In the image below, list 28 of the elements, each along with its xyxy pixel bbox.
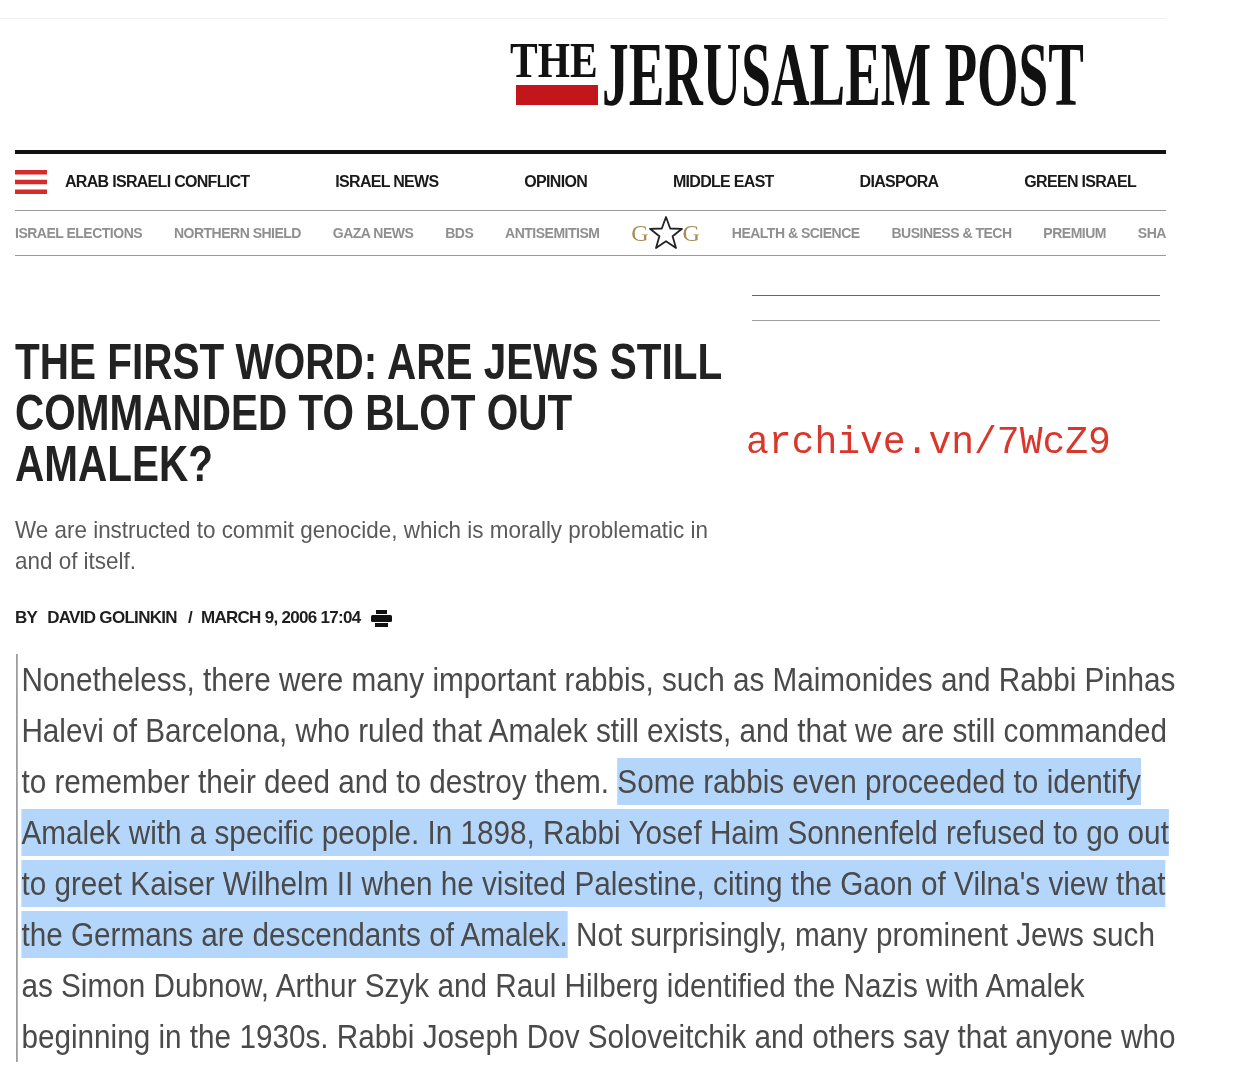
author-link[interactable]: DAVID GOLINKIN: [47, 605, 177, 631]
nav-link[interactable]: SHA: [1137, 222, 1166, 244]
article-paragraph: Nonetheless, there were many important rabbis, such as Maimonides and Rabbi Pinhas Halevi of Barcelona, who ruled that Amalek still exists, and that we are still commanded to remember their deed and to destroy them. Some rabbis even proceeded to identify Amalek with a specific people. In 1898, Rabbi Yosef Haim Sonnenfeld refused to go out to greet Kaiser Wilhelm II when he visited Palestine, citing the Gaon of Vilna's view that the Germans are descendants of Amalek. Not surprisingly, many prominent Jews such as Simon Dubnow, Arthur Szyk and Raul Hilberg identified the Nazis with Amalek beginning in the 1930s. Rabbi Joseph Dov Soloveitchik and others say that anyone who: [16, 654, 1176, 1062]
star-icon: [648, 216, 683, 250]
byline-separator: /: [187, 607, 192, 630]
nav-link[interactable]: BDS: [445, 222, 474, 244]
nav-link[interactable]: MIDDLE EAST: [672, 170, 774, 194]
nav-link[interactable]: ARAB ISRAELI CONFLICT: [65, 170, 250, 194]
annotation-text: archive.vn/7WcZ9: [746, 421, 1111, 465]
article-headline: THE FIRST WORD: ARE JEWS STILL COMMANDED TO BLOT OUT AMALEK?: [15, 337, 723, 490]
nav-link[interactable]: OPINION: [524, 170, 588, 194]
nav-link[interactable]: NORTHERN SHIELD: [173, 222, 301, 244]
nav-link[interactable]: ANTISEMITISM: [505, 222, 600, 244]
nav-link[interactable]: GAZA NEWS: [332, 222, 414, 244]
article-date: MARCH 9, 2006 17:04: [200, 607, 361, 630]
section-logo-link[interactable]: G G: [631, 215, 700, 251]
article-subtitle: We are instructed to commit genocide, which is morally problematic in and of itself.: [15, 515, 708, 576]
nav-link[interactable]: HEALTH & SCIENCE: [731, 222, 860, 244]
nav-link[interactable]: ISRAEL NEWS: [335, 170, 439, 194]
byline-label: BY: [15, 607, 38, 630]
nav-link[interactable]: PREMIUM: [1043, 222, 1106, 244]
nav-link[interactable]: BUSINESS & TECH: [891, 222, 1012, 244]
print-icon[interactable]: [370, 609, 392, 627]
nav-link[interactable]: ISRAEL ELECTIONS: [15, 222, 143, 244]
menu-button[interactable]: [15, 170, 47, 194]
nav-link[interactable]: DIASPORA: [859, 170, 939, 194]
nav-link[interactable]: GREEN ISRAEL: [1024, 170, 1136, 194]
menu-icon: [15, 170, 47, 194]
